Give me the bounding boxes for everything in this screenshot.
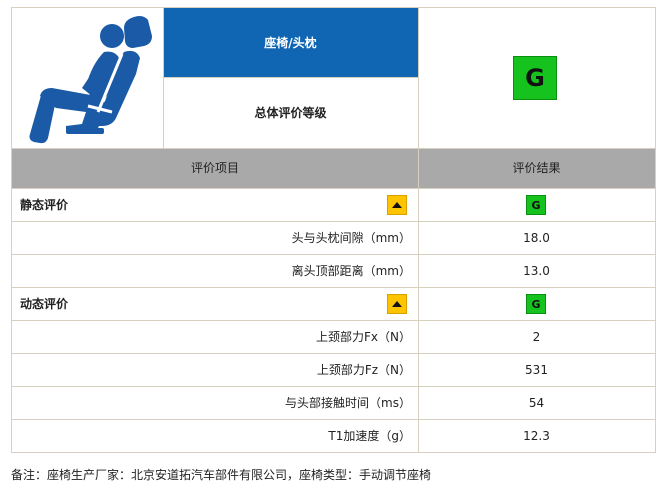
seat-headrest-icon xyxy=(12,8,163,148)
grade-badge-label: G xyxy=(531,297,541,311)
result-column-header: 评价结果 xyxy=(418,148,655,188)
overall-grade-label: G xyxy=(525,64,545,92)
grade-badge: G xyxy=(526,294,546,314)
table-row: 上颈部力Fx（N） xyxy=(12,320,411,353)
row-label: 头与头枕间隙（mm） xyxy=(291,230,411,245)
category-header-cell: 座椅/头枕 xyxy=(163,8,418,77)
row-value: 13.0 xyxy=(523,263,550,278)
table-row: 离头顶部距离（mm） xyxy=(12,254,411,287)
footnote: 备注：座椅生产厂家：北京安道拓汽车部件有限公司，座椅类型：手动调节座椅 xyxy=(11,468,432,482)
divider xyxy=(12,419,655,420)
row-label: T1加速度（g） xyxy=(328,428,411,443)
divider xyxy=(12,254,655,255)
rating-table: 座椅/头枕 总体评价等级 评价项目 评价结果 静态评价 G 头与头枕间隙（mm）… xyxy=(11,7,656,453)
item-column-header-label: 评价项目 xyxy=(190,161,239,175)
divider xyxy=(12,353,655,354)
divider xyxy=(12,188,655,189)
row-value: 531 xyxy=(525,362,548,377)
row-label: 离头顶部距离（mm） xyxy=(291,263,411,278)
overall-label-cell: 总体评价等级 xyxy=(163,77,418,148)
divider xyxy=(12,148,655,149)
result-column-header-label: 评价结果 xyxy=(512,161,561,175)
row-value: 54 xyxy=(528,395,545,410)
category-label: 座椅/头枕 xyxy=(264,35,317,50)
row-label: 与头部接触时间（ms） xyxy=(285,395,411,410)
row-value: 18.0 xyxy=(523,230,550,245)
row-value-cell: 13.0 xyxy=(418,254,655,287)
row-label: 上颈部力Fx（N） xyxy=(316,329,411,344)
overall-grade-badge: G xyxy=(513,56,557,100)
table-row: T1加速度（g） xyxy=(12,419,411,452)
divider xyxy=(12,287,655,288)
row-value: 12.3 xyxy=(523,428,550,443)
table-row: 上颈部力Fz（N） xyxy=(12,353,411,386)
overall-label: 总体评价等级 xyxy=(254,105,327,120)
row-value-cell: 531 xyxy=(418,353,655,386)
section-title-dynamic: 动态评价 xyxy=(20,287,68,320)
item-column-header: 评价项目 xyxy=(12,148,418,188)
grade-badge: G xyxy=(526,195,546,215)
row-value-cell: 18.0 xyxy=(418,221,655,254)
divider xyxy=(163,8,164,148)
row-value-cell: 2 xyxy=(418,320,655,353)
up-triangle-icon xyxy=(387,195,407,215)
up-triangle-icon xyxy=(387,294,407,314)
divider xyxy=(12,386,655,387)
table-row: 与头部接触时间（ms） xyxy=(12,386,411,419)
table-row: 头与头枕间隙（mm） xyxy=(12,221,411,254)
grade-badge-label: G xyxy=(531,198,541,212)
section-title-label: 静态评价 xyxy=(20,197,69,212)
row-value-cell: 12.3 xyxy=(418,419,655,452)
divider xyxy=(12,221,655,222)
divider xyxy=(163,77,418,78)
section-title-label: 动态评价 xyxy=(20,296,69,311)
section-title-static: 静态评价 xyxy=(20,188,68,221)
divider xyxy=(12,320,655,321)
row-value-cell: 54 xyxy=(418,386,655,419)
row-label: 上颈部力Fz（N） xyxy=(316,362,411,377)
row-value: 2 xyxy=(532,329,541,344)
